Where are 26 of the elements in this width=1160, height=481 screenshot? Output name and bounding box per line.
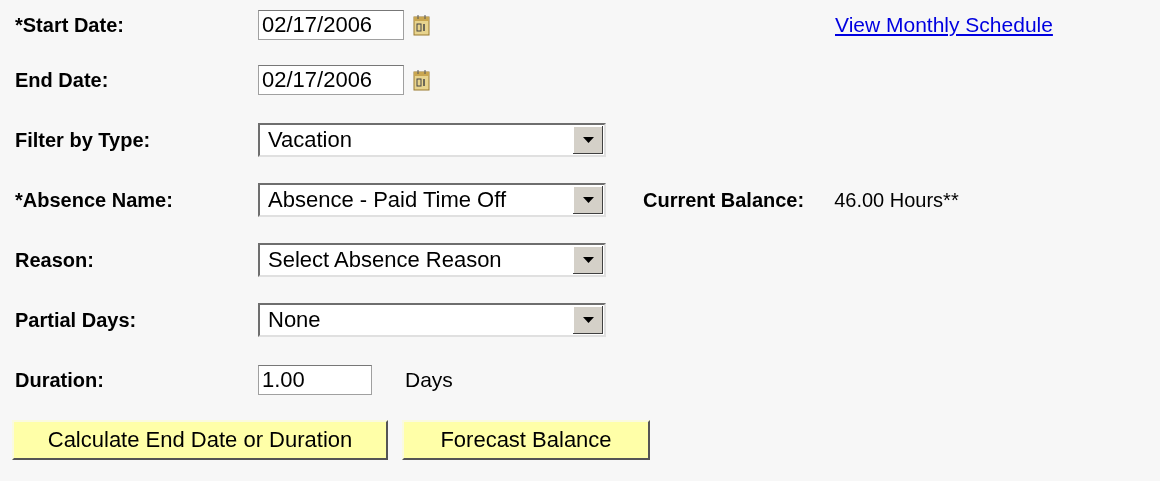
field-label: Duration:: [15, 368, 105, 392]
field-label: *Absence Name:: [15, 188, 174, 212]
balance-value: 46.00 Hours**: [834, 188, 959, 212]
schedule-link[interactable]: View Monthly Schedule: [835, 13, 1053, 37]
duration-field[interactable]: 1.00: [258, 365, 372, 395]
date-field[interactable]: 02/17/2006: [258, 10, 404, 40]
field-label: Reason:: [15, 248, 95, 272]
unit-label: Days: [405, 368, 453, 392]
dropdown[interactable]: Select Absence Reason: [258, 243, 606, 277]
calendar-icon[interactable]: [413, 69, 431, 91]
field-label: Filter by Type:: [15, 128, 152, 152]
calendar-icon[interactable]: [413, 14, 431, 36]
field-label: *Start Date:: [15, 13, 125, 37]
dropdown-arrow-icon[interactable]: [573, 306, 603, 334]
dropdown-arrow-icon[interactable]: [573, 186, 603, 214]
dropdown-arrow-icon[interactable]: [573, 126, 603, 154]
date-field[interactable]: 02/17/2006: [258, 65, 404, 95]
forecast-button[interactable]: Forecast Balance: [402, 420, 650, 460]
dropdown[interactable]: None: [258, 303, 606, 337]
field-label: Partial Days:: [15, 308, 138, 332]
dropdown[interactable]: Vacation: [258, 123, 606, 157]
balance-label: Current Balance:: [643, 188, 805, 212]
dropdown-arrow-icon[interactable]: [573, 246, 603, 274]
dropdown[interactable]: Absence - Paid Time Off: [258, 183, 606, 217]
field-label: End Date:: [15, 68, 110, 92]
calculate-button[interactable]: Calculate End Date or Duration: [12, 420, 388, 460]
